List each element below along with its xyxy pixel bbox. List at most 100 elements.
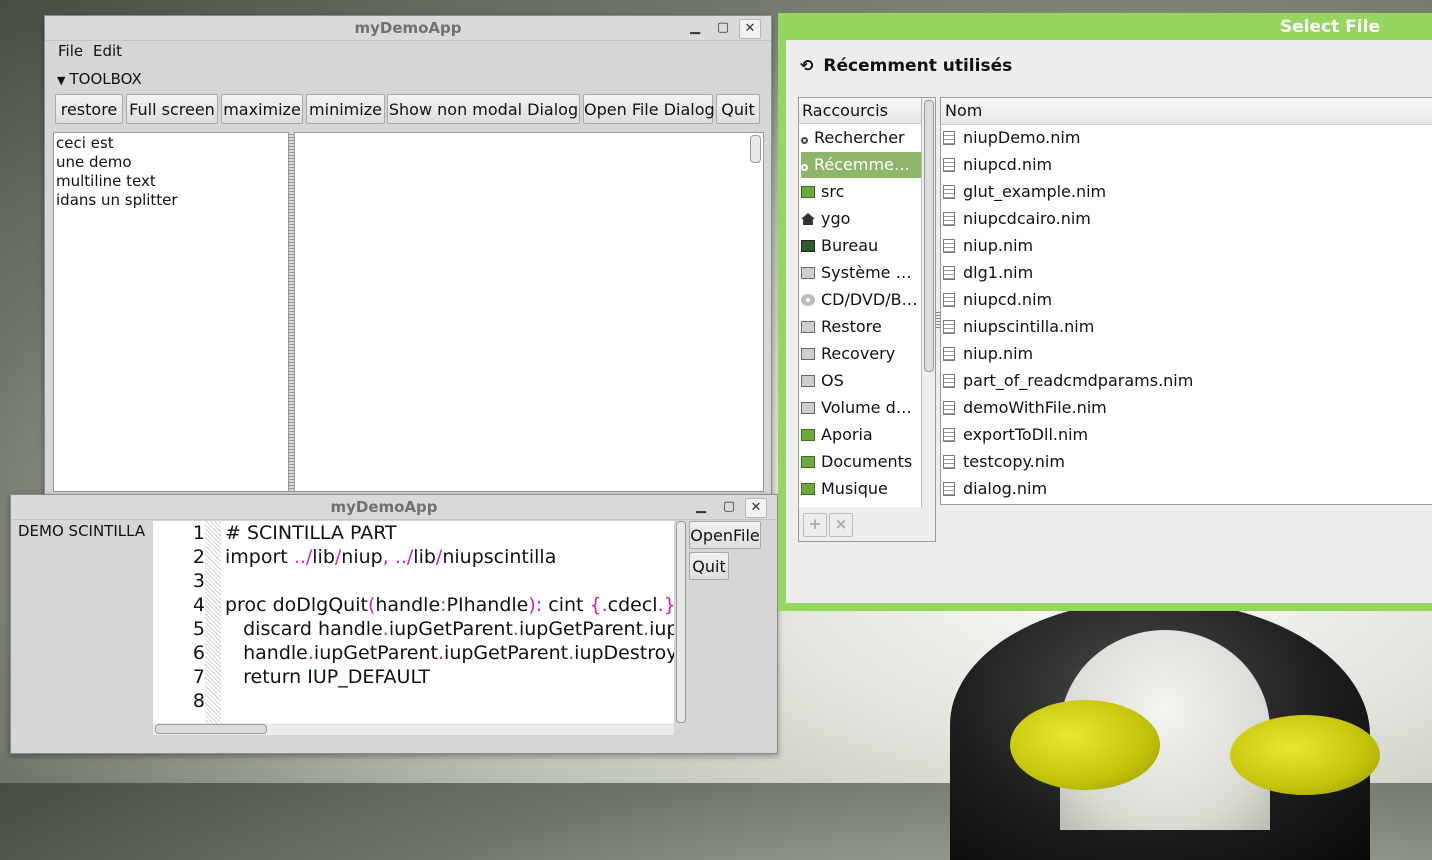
menu-edit[interactable]: Edit (93, 42, 122, 60)
code-line: discard handle.iupGetParent.iupGetParent… (225, 618, 674, 640)
drive-icon (801, 375, 815, 387)
name-column-header[interactable]: Nom (941, 98, 1432, 125)
shortcut-label: Aporia (821, 425, 873, 444)
shortcut-item[interactable]: Recovery (801, 341, 921, 367)
file-name: demoWithFile.nim (963, 398, 1107, 417)
file-name: niup.nim (963, 236, 1034, 255)
main-titlebar[interactable]: myDemoApp ▁ ▢ ✕ (45, 16, 771, 41)
quit-button[interactable]: Quit (716, 94, 760, 124)
minimize-window-button[interactable]: ▁ (685, 19, 705, 37)
file-row[interactable]: glut_example.nim (943, 179, 1106, 205)
shortcut-item[interactable]: Documents (801, 449, 921, 475)
file-name: niup.nim (963, 344, 1034, 363)
shortcut-item[interactable]: OS (801, 368, 921, 394)
disc-icon (801, 294, 815, 306)
shortcut-item[interactable]: Récemme… (801, 152, 921, 178)
toolbox-label: TOOLBOX (69, 70, 142, 88)
text-file-icon (943, 482, 955, 496)
full-screen-button[interactable]: Full screen (126, 94, 218, 124)
file-row[interactable]: part_of_readcmdparams.nim (943, 368, 1193, 394)
scintilla-editor[interactable]: 1 2 3 4 5 6 7 8 # SCINTILLA PART import … (153, 521, 674, 723)
shortcut-item[interactable]: ygo (801, 206, 921, 232)
file-row[interactable]: niup.nim (943, 341, 1033, 367)
shortcut-item[interactable]: Rechercher (801, 125, 921, 151)
show-non-modal-dialog-button[interactable]: Show non modal Dialog (387, 94, 580, 124)
file-row[interactable]: demoWithFile.nim (943, 395, 1107, 421)
text-file-icon (943, 266, 955, 280)
shortcut-label: Volume d… (821, 398, 912, 417)
shortcut-item[interactable]: Aporia (801, 422, 921, 448)
menu-file[interactable]: File (58, 42, 83, 60)
drive-icon (801, 402, 815, 414)
drive-icon (801, 321, 815, 333)
folder-icon (801, 429, 815, 441)
desktop-icon (801, 240, 815, 252)
horizontal-scrollbar[interactable] (153, 723, 674, 735)
shortcut-item[interactable]: CD/DVD/B… (801, 287, 921, 313)
window-title: myDemoApp (330, 498, 438, 516)
file-row[interactable]: niupscintilla.nim (943, 314, 1094, 340)
shortcut-item[interactable]: Système … (801, 260, 921, 286)
remove-bookmark-button[interactable]: × (829, 513, 853, 537)
text-file-icon (943, 293, 955, 307)
file-row[interactable]: testcopy.nim (943, 449, 1065, 475)
shortcut-item[interactable]: Restore (801, 314, 921, 340)
minimize-button[interactable]: minimize (306, 94, 385, 124)
shortcut-item[interactable]: Bureau (801, 233, 921, 259)
open-file-dialog-button[interactable]: Open File Dialog (583, 94, 715, 124)
close-window-button[interactable]: ✕ (739, 19, 761, 39)
text-file-icon (943, 347, 955, 361)
demo-scintilla-label: DEMO SCINTILLA (18, 522, 146, 540)
code-line: handle.iupGetParent.iupGetParent.iupDest… (225, 642, 674, 664)
quit-button[interactable]: Quit (689, 552, 729, 580)
text-file-icon (943, 158, 955, 172)
file-row[interactable]: niupcdcairo.nim (943, 206, 1091, 232)
location-label: Récemment utilisés (823, 56, 1013, 76)
file-row[interactable]: niupcd.nim (943, 287, 1052, 313)
multiline-text-left[interactable]: ceci est une demo multiline text idans u… (53, 132, 289, 492)
shortcut-item[interactable]: src (801, 179, 921, 205)
file-row[interactable]: niup.nim (943, 233, 1033, 259)
toolbox-expander[interactable]: ▼ TOOLBOX (57, 70, 142, 88)
file-name: dialog.nim (963, 479, 1048, 498)
file-row[interactable]: niupcd.nim (943, 152, 1052, 178)
file-row[interactable]: niupDemo.nim (943, 125, 1080, 151)
multiline-text-right[interactable] (294, 132, 764, 492)
code-line: proc doDlgQuit(handle:PIhandle): cint {.… (225, 594, 674, 616)
main-window: myDemoApp ▁ ▢ ✕ File Edit ▼ TOOLBOX resto… (44, 15, 772, 495)
shortcut-item[interactable]: Musique (801, 476, 921, 502)
shortcut-label: CD/DVD/B… (821, 290, 918, 309)
open-file-button[interactable]: OpenFile (689, 521, 761, 549)
maximize-button[interactable]: maximize (221, 94, 303, 124)
shortcuts-list[interactable]: Raccourcis Rechercher Récemme… src ygo Burea… (799, 98, 922, 507)
shortcut-item[interactable]: Volume d… (801, 395, 921, 421)
scrollbar-thumb[interactable] (155, 724, 267, 734)
folder-icon (801, 186, 815, 198)
add-bookmark-button[interactable]: + (803, 513, 827, 537)
documents-icon (801, 456, 815, 468)
vertical-scrollbar[interactable] (676, 521, 686, 723)
text-file-icon (943, 185, 955, 199)
file-name: dlg1.nim (963, 263, 1034, 282)
vertical-scrollbar[interactable] (750, 135, 761, 163)
file-row[interactable]: dialog.nim (943, 476, 1047, 502)
file-list[interactable]: Nom niupDemo.nim niupcd.nim glut_example.n… (940, 97, 1432, 505)
shortcut-label: Récemme… (814, 155, 910, 174)
minimize-window-button[interactable]: ▁ (691, 498, 711, 516)
close-window-button[interactable]: ✕ (745, 498, 767, 518)
maximize-window-button[interactable]: ▢ (719, 498, 739, 516)
file-row[interactable]: dlg1.nim (943, 260, 1033, 286)
expander-triangle-icon: ▼ (57, 74, 66, 87)
restore-button[interactable]: restore (55, 94, 123, 124)
file-name: niupscintilla.nim (963, 317, 1095, 336)
shortcuts-scrollbar[interactable] (924, 100, 934, 372)
file-name: part_of_readcmdparams.nim (963, 371, 1194, 390)
code-line: # SCINTILLA PART (225, 522, 397, 544)
scintilla-titlebar[interactable]: myDemoApp ▁ ▢ ✕ (11, 495, 777, 520)
code-area[interactable]: # SCINTILLA PART import ../lib/niup, ../… (153, 521, 674, 723)
dialog-title: Select File (1279, 17, 1380, 37)
shortcut-label: Documents (821, 452, 913, 471)
file-row[interactable]: exportToDll.nim (943, 422, 1088, 448)
maximize-window-button[interactable]: ▢ (713, 19, 733, 37)
shortcuts-header[interactable]: Raccourcis (799, 98, 921, 124)
